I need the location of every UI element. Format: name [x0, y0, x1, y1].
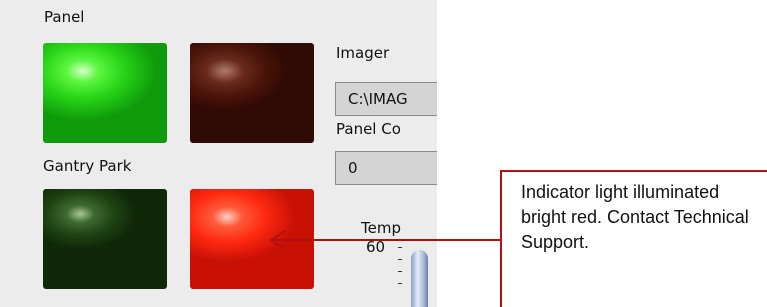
callout-arrow [269, 230, 500, 250]
